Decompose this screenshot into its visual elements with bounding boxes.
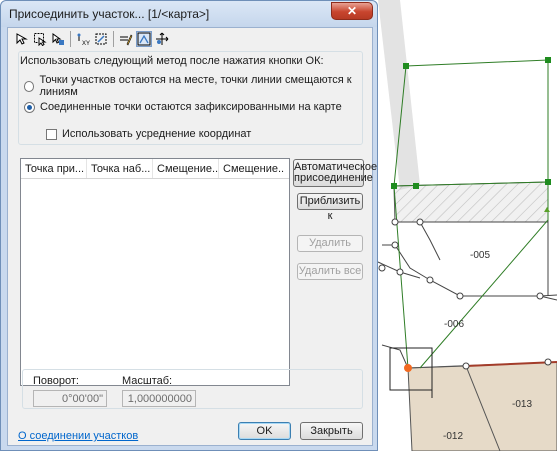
toolbar-separator: [113, 31, 114, 47]
toolbar-separator: [70, 31, 71, 47]
select-next-icon[interactable]: [50, 31, 66, 47]
dialog-body: XY Использовать следующий метод после на…: [7, 27, 377, 446]
rotation-label: Поворот:: [33, 375, 79, 387]
vertex-marker[interactable]: [391, 183, 397, 189]
radio-keep-parcels[interactable]: Точки участков остаются на месте, точки …: [24, 74, 372, 98]
vertex-marker[interactable]: [413, 183, 419, 189]
delete-all-button[interactable]: Удалить все: [297, 263, 363, 280]
column-header[interactable]: Смещение...: [219, 159, 285, 178]
parcel-vertices[interactable]: [378, 218, 552, 370]
vertex-marker[interactable]: [545, 57, 551, 63]
selected-point[interactable]: [404, 364, 412, 372]
toolbar: XY: [14, 31, 170, 49]
radio-fixed-points[interactable]: Соединенные точки остаются зафиксированн…: [24, 101, 342, 113]
vertex-marker[interactable]: [403, 63, 409, 69]
checkbox-label: Использовать усреднение координат: [62, 128, 252, 140]
snap-icon[interactable]: [93, 31, 109, 47]
close-button[interactable]: Закрыть: [300, 422, 363, 440]
averaging-checkbox[interactable]: Использовать усреднение координат: [46, 128, 251, 140]
column-header[interactable]: Точка при...: [21, 159, 87, 178]
column-header[interactable]: Точка наб...: [87, 159, 153, 178]
delete-button[interactable]: Удалить: [297, 235, 363, 252]
button-label: присоединение: [294, 172, 373, 184]
parcel-label: -005: [470, 250, 491, 261]
svg-text:XY: XY: [82, 41, 90, 46]
radio-label: Соединенные точки остаются зафиксированн…: [40, 101, 342, 113]
table-body[interactable]: [21, 180, 289, 385]
ok-button[interactable]: OK: [238, 422, 291, 440]
adjust-icon[interactable]: [136, 31, 152, 47]
window-title: Присоединить участок... [1/<карта>]: [9, 7, 210, 21]
zoom-to-button[interactable]: Приблизить к: [297, 193, 363, 222]
help-link[interactable]: О соединении участков: [18, 430, 138, 442]
xy-icon[interactable]: XY: [75, 31, 91, 47]
select-area-icon[interactable]: [32, 31, 48, 47]
checkbox[interactable]: [46, 128, 57, 140]
gray-band: [378, 0, 420, 190]
parcel-label: -006: [444, 319, 465, 330]
vertex-marker[interactable]: [545, 179, 551, 185]
radio-button[interactable]: [24, 80, 35, 92]
select-point-icon[interactable]: [14, 31, 30, 47]
auto-join-button[interactable]: Автоматическое присоединение: [293, 159, 377, 187]
method-label: Использовать следующий метод после нажат…: [20, 55, 324, 67]
join-points-table[interactable]: Точка при... Точка наб... Смещение... См…: [20, 158, 290, 386]
move-point-icon[interactable]: [154, 31, 170, 47]
rotation-field[interactable]: 0°00'00": [33, 390, 107, 407]
scale-label: Масштаб:: [122, 375, 173, 387]
radio-button-selected[interactable]: [24, 101, 35, 113]
parcel-label: -012: [443, 431, 464, 442]
title-bar[interactable]: Присоединить участок... [1/<карта>] ✕: [1, 1, 377, 27]
radio-label: Точки участков остаются на месте, точки …: [39, 74, 352, 98]
table-header: Точка при... Точка наб... Смещение... См…: [21, 159, 289, 179]
pencil-line-icon[interactable]: [118, 31, 134, 47]
join-parcel-dialog: Присоединить участок... [1/<карта>] ✕ XY: [0, 0, 378, 451]
parcel-label: -013: [512, 399, 533, 410]
application-root: -005 -006 -013 -012 Присоединить участок…: [0, 0, 557, 451]
column-header[interactable]: Смещение...: [153, 159, 219, 178]
close-window-button[interactable]: ✕: [331, 2, 373, 20]
scale-field[interactable]: 1,000000000: [122, 390, 196, 407]
